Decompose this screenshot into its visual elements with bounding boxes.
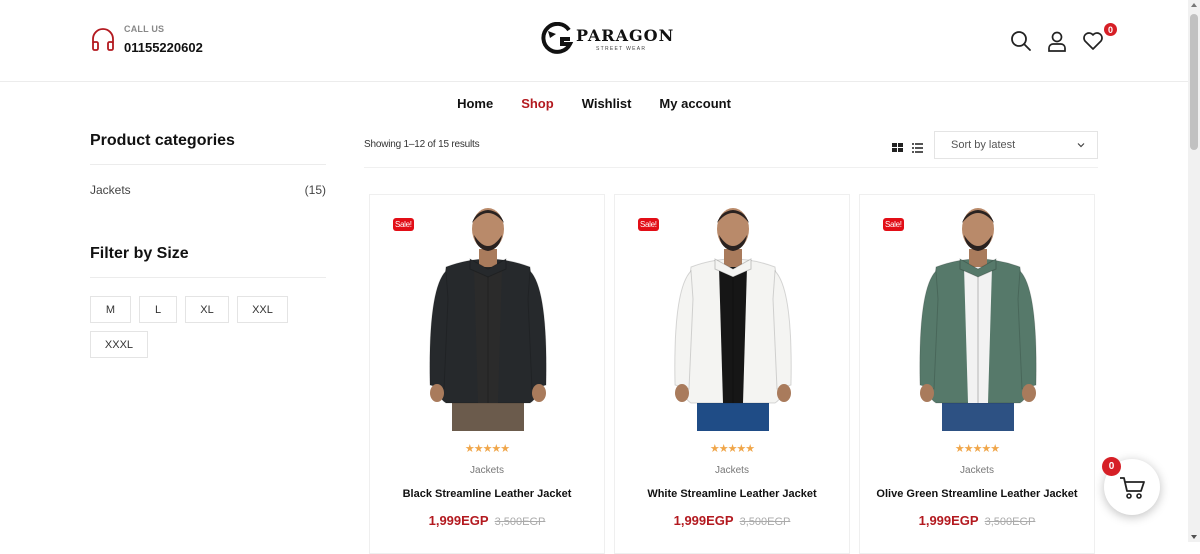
size-option-xl[interactable]: XL: [185, 296, 229, 323]
call-us-block: CALL US 01155220602: [90, 24, 203, 55]
category-count: (15): [304, 183, 326, 197]
product-card[interactable]: Sale! ★★★★★ Jackets Black Streamline Lea…: [369, 194, 605, 554]
product-category[interactable]: Jackets: [615, 465, 849, 476]
site-header: CALL US 01155220602 PARAGON STREET WEAR …: [0, 0, 1188, 82]
sale-badge: Sale!: [638, 218, 659, 231]
grid-view-icon[interactable]: [892, 140, 903, 152]
floating-cart-button[interactable]: 0: [1102, 457, 1160, 515]
product-name[interactable]: Black Streamline Leather Jacket: [370, 488, 604, 500]
size-filter-list: M L XL XXL XXXL: [90, 296, 300, 358]
product-price: 1,999EGP 3,500EGP: [370, 512, 604, 530]
header-actions: 0: [1010, 22, 1118, 52]
sort-selected-value: Sort by latest: [951, 139, 1016, 151]
wishlist-count-badge: 0: [1103, 22, 1118, 37]
nav-shop[interactable]: Shop: [521, 96, 554, 111]
user-icon[interactable]: [1046, 30, 1068, 52]
category-item-jackets[interactable]: Jackets (15): [90, 183, 326, 197]
main-nav: Home Shop Wishlist My account: [0, 96, 1188, 111]
nav-home[interactable]: Home: [457, 96, 493, 111]
product-name[interactable]: Olive Green Streamline Leather Jacket: [860, 488, 1094, 500]
product-category[interactable]: Jackets: [370, 465, 604, 476]
size-option-xxl[interactable]: XXL: [237, 296, 288, 323]
headphones-icon: [92, 27, 114, 51]
regular-price: 3,500EGP: [494, 516, 546, 528]
search-icon[interactable]: [1010, 30, 1032, 52]
rating-stars: ★★★★★: [954, 443, 1000, 455]
page-scrollbar[interactable]: [1188, 0, 1200, 542]
nav-my-account[interactable]: My account: [659, 96, 731, 111]
toolbar-divider: [364, 167, 1098, 168]
product-card[interactable]: Sale! ★★★★★ Jackets White Streamline Lea…: [614, 194, 850, 554]
product-category[interactable]: Jackets: [860, 465, 1094, 476]
regular-price: 3,500EGP: [984, 516, 1036, 528]
chevron-down-icon: [1077, 143, 1085, 148]
product-grid: Sale! ★★★★★ Jackets Black Streamline Lea…: [369, 194, 1095, 554]
scrollbar-thumb[interactable]: [1190, 14, 1198, 150]
product-price: 1,999EGP 3,500EGP: [615, 512, 849, 530]
product-price: 1,999EGP 3,500EGP: [860, 512, 1094, 530]
site-logo[interactable]: PARAGON STREET WEAR: [540, 22, 674, 56]
result-count: Showing 1–12 of 15 results: [364, 139, 480, 150]
rating-stars: ★★★★★: [709, 443, 755, 455]
product-image[interactable]: [635, 199, 831, 431]
size-filter-title: Filter by Size: [90, 245, 326, 278]
list-view-icon[interactable]: [912, 140, 923, 153]
size-option-l[interactable]: L: [139, 296, 177, 323]
size-option-m[interactable]: M: [90, 296, 131, 323]
category-name: Jackets: [90, 183, 131, 197]
size-option-xxxl[interactable]: XXXL: [90, 331, 148, 358]
sale-price: 1,999EGP: [428, 513, 489, 528]
product-card[interactable]: Sale! ★★★★★ Jackets Olive Green Streamli…: [859, 194, 1095, 554]
nav-wishlist[interactable]: Wishlist: [582, 96, 632, 111]
view-toggle: [892, 140, 923, 153]
logo-name: PARAGON: [576, 26, 675, 45]
product-name[interactable]: White Streamline Leather Jacket: [615, 488, 849, 500]
scroll-up-arrow-icon[interactable]: [1191, 3, 1197, 7]
phone-number[interactable]: 01155220602: [124, 40, 203, 55]
cart-icon: [1120, 477, 1145, 499]
cart-count-badge: 0: [1102, 457, 1121, 476]
paragon-logo-mark-icon: [541, 22, 574, 54]
sort-select[interactable]: Sort by latest: [934, 131, 1098, 159]
call-us-label: CALL US: [124, 24, 165, 34]
rating-stars: ★★★★★: [464, 443, 510, 455]
scroll-down-arrow-icon[interactable]: [1191, 535, 1197, 539]
sale-badge: Sale!: [883, 218, 904, 231]
regular-price: 3,500EGP: [739, 516, 791, 528]
sale-badge: Sale!: [393, 218, 414, 231]
heart-icon: [1083, 32, 1103, 50]
product-image[interactable]: [880, 199, 1076, 431]
sale-price: 1,999EGP: [918, 513, 979, 528]
logo-tagline: STREET WEAR: [596, 46, 647, 52]
wishlist-button[interactable]: 0: [1082, 22, 1118, 52]
sale-price: 1,999EGP: [673, 513, 734, 528]
categories-title: Product categories: [90, 132, 326, 165]
shop-sidebar: Product categories Jackets (15) Filter b…: [90, 132, 326, 358]
product-image[interactable]: [390, 199, 586, 431]
